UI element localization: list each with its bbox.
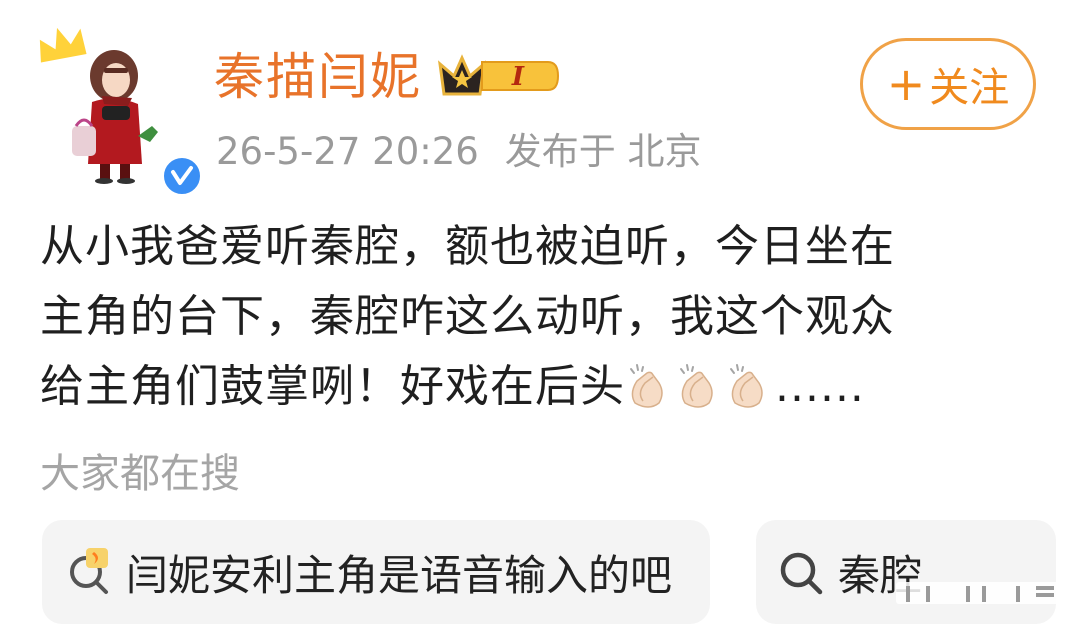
trending-title: 大家都在搜 bbox=[40, 451, 240, 497]
post-location: 发布于 北京 bbox=[504, 130, 702, 173]
content-ellipsis: ...... bbox=[775, 361, 865, 412]
content-text: 给主角们鼓掌咧！好戏在后头 bbox=[40, 361, 625, 412]
post-meta: 26-5-27 20:26 发布于 北京 bbox=[216, 124, 702, 180]
trending-search-chip[interactable]: 秦腔 bbox=[756, 520, 1056, 624]
trending-chip-label: 闫妮安利主角是语音输入的吧 bbox=[126, 550, 673, 600]
user-avatar-block[interactable] bbox=[30, 22, 204, 198]
clap-emoji-icon bbox=[680, 364, 713, 408]
follow-button[interactable]: + 关注 bbox=[860, 38, 1036, 130]
content-line: 主角的台下，秦腔咋这么动听，我这个观众 bbox=[40, 291, 895, 342]
hot-search-icon bbox=[70, 548, 108, 594]
post-content: 从小我爸爱听秦腔，额也被迫听，今日坐在 主角的台下，秦腔咋这么动听，我这个观众 … bbox=[40, 212, 1050, 422]
clap-emoji-icon bbox=[730, 364, 763, 408]
plus-icon: + bbox=[886, 57, 926, 111]
list-toggle-icon[interactable] bbox=[896, 580, 1066, 606]
follow-label: 关注 bbox=[929, 65, 1010, 111]
trending-search-chip[interactable]: 闫妮安利主角是语音输入的吧 bbox=[42, 520, 710, 624]
username[interactable]: 秦描闫妮 bbox=[214, 42, 422, 112]
content-line: 从小我爸爱听秦腔，额也被迫听，今日坐在 bbox=[40, 221, 895, 272]
vip-level-badge-icon: I bbox=[437, 54, 560, 96]
verified-badge-icon bbox=[160, 154, 204, 198]
avatar[interactable] bbox=[52, 44, 172, 184]
clap-emoji-group bbox=[625, 361, 775, 412]
content-line: 给主角们鼓掌咧！好戏在后头...... bbox=[40, 352, 1050, 422]
svg-text:I: I bbox=[511, 62, 525, 92]
search-icon bbox=[780, 552, 823, 595]
clap-emoji-icon bbox=[630, 364, 663, 408]
post-timestamp: 26-5-27 20:26 bbox=[216, 130, 479, 173]
